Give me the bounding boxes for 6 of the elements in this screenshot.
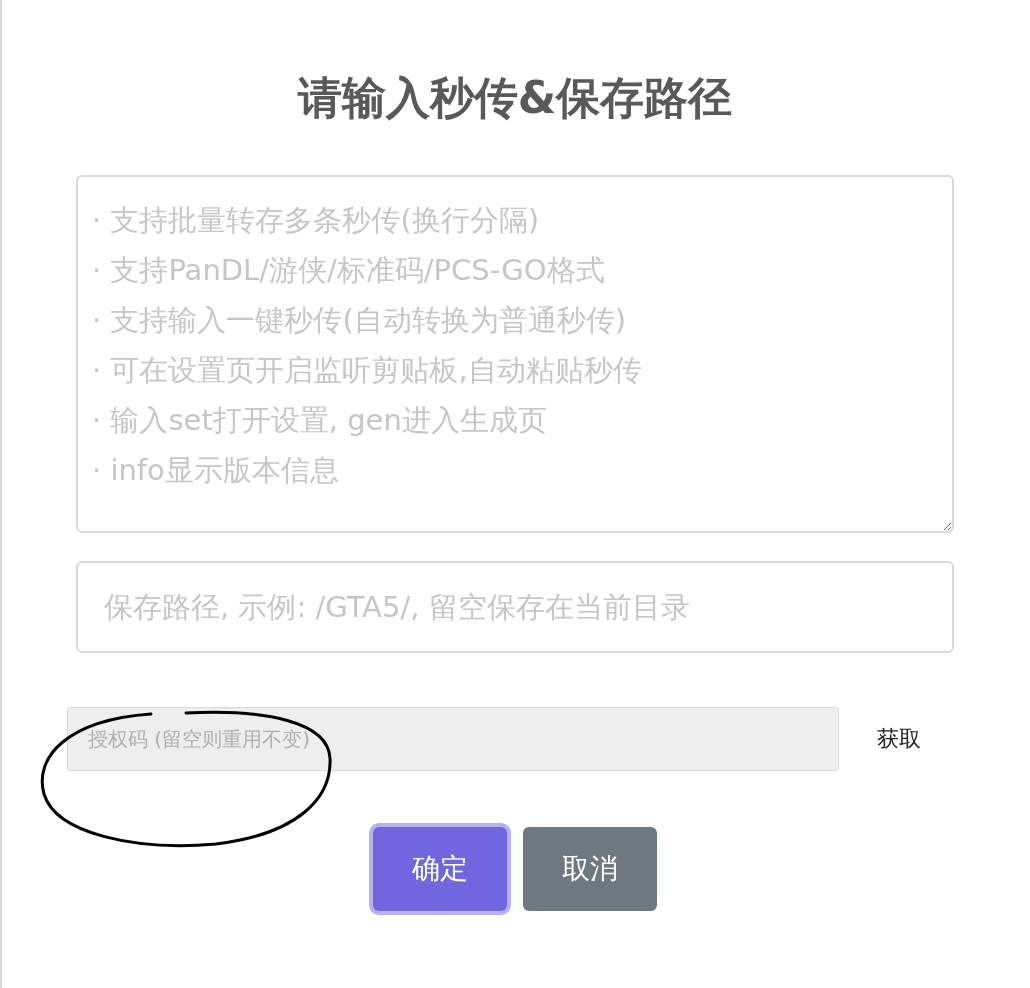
links-textarea[interactable]: · 支持批量转存多条秒传(换行分隔) · 支持PanDL/游侠/标准码/PCS-GO格式 · 支持输入一键秒传(自动转换为普通秒传) · 可在设置页开启监听剪贴板,自动粘贴秒传 · 输入set打开设置, gen进入生成页 · info显示版本信息 xyxy=(76,174,954,533)
dialog-title: 请输入秒传&保存路径 xyxy=(296,72,734,125)
path-input-field[interactable]: 保存路径, 示例: /GTA5/, 留空保存在当前目录 xyxy=(76,560,954,653)
cancel-button[interactable]: 取消 xyxy=(523,826,657,911)
get-link[interactable]: 获取 xyxy=(877,722,921,756)
confirm-button[interactable]: 确定 xyxy=(373,826,507,911)
